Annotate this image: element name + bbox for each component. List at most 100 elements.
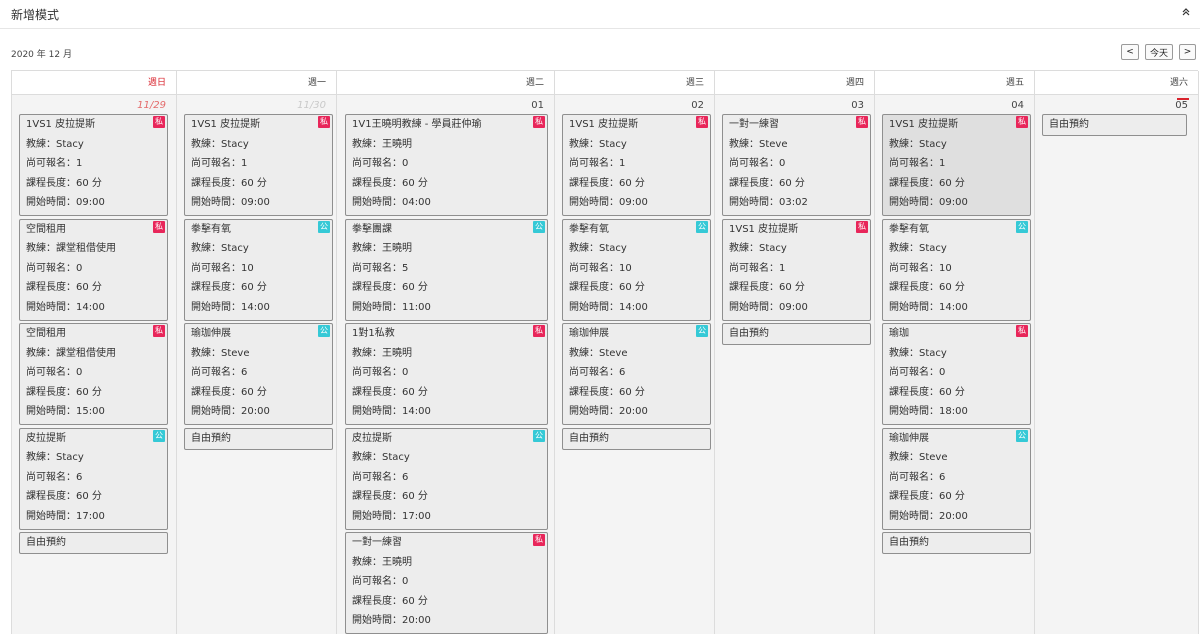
private-badge: 私: [153, 220, 165, 233]
private-badge: 私: [696, 116, 708, 128]
weekday-header: 週三: [555, 71, 714, 95]
course-remaining: 尚可報名：10: [569, 262, 632, 274]
course-card[interactable]: 公 瑜珈伸展 教練：Steve 尚可報名：6 課程長度：60 分開始時間：20:00: [184, 323, 333, 425]
today-marker: [1177, 98, 1189, 100]
course-duration: 課程長度：60 分: [352, 282, 428, 294]
course-coach: 教練：課堂租借使用: [26, 243, 116, 255]
course-card[interactable]: 公 皮拉提斯 教練：Stacy 尚可報名：6 課程長度：60 分開始時間：17:00: [19, 427, 168, 530]
course-card[interactable]: 公 拳擊有氧 教練：Stacy 尚可報名：10 課程長度：60 分開始時間：14:00: [184, 218, 333, 321]
day-cell[interactable]: 11/30 私 1VS1 皮拉提斯 教練：Stacy 尚可報名：1 課程長度：60 分開始…: [177, 95, 336, 634]
course-coach: 教練：Stacy: [889, 347, 947, 359]
day-cell[interactable]: 05 自由預約: [1035, 95, 1198, 634]
free-booking-button[interactable]: 自由預約: [722, 323, 871, 345]
course-name: 瑜珈伸展: [569, 328, 609, 339]
course-remaining: 尚可報名：5: [352, 262, 409, 274]
course-start-time: 開始時間：20:00: [569, 406, 648, 418]
course-card[interactable]: 私 1VS1 皮拉提斯 教練：Stacy 尚可報名：1 課程長度：60 分開始時間：09…: [722, 218, 871, 321]
course-start-time: 開始時間：14:00: [569, 301, 648, 313]
course-start-time: 開始時間：09:00: [191, 197, 270, 209]
course-card[interactable]: 公 瑜珈伸展 教練：Steve 尚可報名：6 課程長度：60 分開始時間：20:00: [882, 427, 1031, 530]
course-card[interactable]: 私 空間租用 教練：課堂租借使用 尚可報名：0 課程長度：60 分開始時間：14:00: [19, 218, 168, 321]
course-remaining: 尚可報名：1: [191, 158, 248, 170]
course-card[interactable]: 公 拳擊團課 教練：王曉明 尚可報名：5 課程長度：60 分開始時間：11:00: [345, 218, 548, 321]
private-badge: 私: [856, 116, 868, 128]
course-duration: 課程長度：60 分: [352, 177, 428, 189]
course-start-time: 開始時間：14:00: [26, 301, 105, 313]
day-cell[interactable]: 03 私 一對一練習 教練：Steve 尚可報名：0 課程長度：60 分開始時間：03:0…: [715, 95, 874, 634]
course-name: 1VS1 皮拉提斯: [889, 119, 959, 130]
course-card[interactable]: 私 1V1王曉明教練 - 學員莊仲瑜 教練：王曉明 尚可報名：0 課程長度：60 分開始…: [345, 114, 548, 216]
course-card[interactable]: 公 拳擊有氧 教練：Stacy 尚可報名：10 課程長度：60 分開始時間：14:00: [562, 218, 711, 321]
course-coach: 教練：王曉明: [352, 243, 412, 255]
weekday-header: 週二: [337, 71, 554, 95]
course-name: 拳擊團課: [352, 223, 392, 235]
course-duration: 課程長度：60 分: [889, 177, 965, 189]
day-column: 週三 02 私 1VS1 皮拉提斯 教練：Stacy 尚可報名：1 課程長度：60 分開始時…: [555, 71, 715, 634]
course-start-time: 開始時間：09:00: [889, 197, 968, 209]
collapse-icon[interactable]: [1181, 7, 1191, 17]
course-duration: 課程長度：60 分: [352, 491, 428, 503]
next-week-button[interactable]: >: [1179, 44, 1196, 60]
course-remaining: 尚可報名：0: [26, 262, 83, 274]
course-name: 瑜珈伸展: [889, 432, 929, 444]
course-remaining: 尚可報名：1: [729, 262, 786, 274]
day-cell[interactable]: 04 私 1VS1 皮拉提斯 教練：Stacy 尚可報名：1 課程長度：60 分開始時間：…: [875, 95, 1034, 634]
course-name: 1VS1 皮拉提斯: [569, 119, 639, 130]
course-coach: 教練：王曉明: [352, 347, 412, 359]
public-badge: 公: [533, 429, 545, 442]
course-remaining: 尚可報名：0: [729, 158, 786, 170]
course-card[interactable]: 公 拳擊有氧 教練：Stacy 尚可報名：10 課程長度：60 分開始時間：14:00: [882, 218, 1031, 321]
day-column: 週日 11/29 私 1VS1 皮拉提斯 教練：Stacy 尚可報名：1 課程長度：60 分…: [12, 71, 177, 634]
course-card[interactable]: 私 1VS1 皮拉提斯 教練：Stacy 尚可報名：1 課程長度：60 分開始時間：09…: [19, 114, 168, 216]
course-coach: 教練：Stacy: [191, 243, 249, 255]
course-card[interactable]: 私 1VS1 皮拉提斯 教練：Stacy 尚可報名：1 課程長度：60 分開始時間：09…: [562, 114, 711, 216]
course-start-time: 開始時間：14:00: [889, 301, 968, 313]
course-card[interactable]: 私 1VS1 皮拉提斯 教練：Stacy 尚可報名：1 課程長度：60 分開始時間：09…: [882, 114, 1031, 216]
course-coach: 教練：Stacy: [352, 452, 410, 464]
free-booking-button[interactable]: 自由預約: [19, 532, 168, 554]
course-card[interactable]: 私 1VS1 皮拉提斯 教練：Stacy 尚可報名：1 課程長度：60 分開始時間：09…: [184, 114, 333, 216]
course-card[interactable]: 私 空間租用 教練：課堂租借使用 尚可報名：0 課程長度：60 分開始時間：15:00: [19, 323, 168, 425]
course-duration: 課程長度：60 分: [26, 177, 102, 189]
private-badge: 私: [1016, 325, 1028, 337]
course-name: 空間租用: [26, 223, 66, 235]
course-start-time: 開始時間：18:00: [889, 406, 968, 418]
weekday-header: 週六: [1035, 71, 1198, 95]
course-duration: 課程長度：60 分: [26, 491, 102, 503]
day-cell[interactable]: 01 私 1V1王曉明教練 - 學員莊仲瑜 教練：王曉明 尚可報名：0 課程長度：60 分…: [337, 95, 554, 634]
free-booking-button[interactable]: 自由預約: [562, 427, 711, 450]
date-number: 04: [1011, 100, 1024, 111]
free-booking-button[interactable]: 自由預約: [882, 532, 1031, 554]
day-column: 週四 03 私 一對一練習 教練：Steve 尚可報名：0 課程長度：60 分開始時間：03…: [715, 71, 875, 634]
course-card[interactable]: 公 皮拉提斯 教練：Stacy 尚可報名：6 課程長度：60 分開始時間：17:00: [345, 427, 548, 530]
course-coach: 教練：Stacy: [889, 138, 947, 150]
free-booking-button[interactable]: 自由預約: [1042, 114, 1187, 136]
course-coach: 教練：Steve: [569, 347, 628, 359]
course-remaining: 尚可報名：6: [191, 367, 248, 379]
course-name: 瑜珈伸展: [191, 328, 231, 339]
course-card[interactable]: 公 瑜珈伸展 教練：Steve 尚可報名：6 課程長度：60 分開始時間：20:00: [562, 323, 711, 425]
day-cell[interactable]: 02 私 1VS1 皮拉提斯 教練：Stacy 尚可報名：1 課程長度：60 分開始時間：…: [555, 95, 714, 634]
day-column: 週六 05 自由預約: [1035, 71, 1199, 634]
course-duration: 課程長度：60 分: [26, 386, 102, 398]
public-badge: 公: [533, 220, 545, 233]
course-name: 皮拉提斯: [352, 432, 392, 444]
prev-week-button[interactable]: <: [1121, 44, 1139, 60]
course-card[interactable]: 私 一對一練習 教練：Steve 尚可報名：0 課程長度：60 分開始時間：03:02: [722, 114, 871, 216]
month-label: 2020 年 12 月: [11, 50, 72, 60]
week-calendar: 週日 11/29 私 1VS1 皮拉提斯 教練：Stacy 尚可報名：1 課程長度：60 分…: [11, 70, 1199, 634]
course-card[interactable]: 私 1對1私教 教練：王曉明 尚可報名：0 課程長度：60 分開始時間：14:00: [345, 323, 548, 425]
private-badge: 私: [153, 116, 165, 128]
day-cell[interactable]: 11/29 私 1VS1 皮拉提斯 教練：Stacy 尚可報名：1 課程長度：60 分開始…: [12, 95, 176, 634]
date-number: 11/29: [137, 100, 166, 111]
public-badge: 公: [1016, 429, 1028, 442]
course-remaining: 尚可報名：1: [26, 158, 83, 170]
course-duration: 課程長度：60 分: [729, 177, 805, 189]
course-start-time: 開始時間：20:00: [889, 510, 968, 522]
free-booking-button[interactable]: 自由預約: [184, 427, 333, 450]
course-card[interactable]: 私 一對一練習 教練：王曉明 尚可報名：0 課程長度：60 分開始時間：20:00: [345, 532, 548, 634]
course-card[interactable]: 私 瑜珈 教練：Stacy 尚可報名：0 課程長度：60 分開始時間：18:00: [882, 323, 1031, 425]
course-start-time: 開始時間：09:00: [729, 301, 808, 313]
today-button[interactable]: 今天: [1145, 44, 1173, 60]
course-name: 1VS1 皮拉提斯: [191, 119, 261, 130]
